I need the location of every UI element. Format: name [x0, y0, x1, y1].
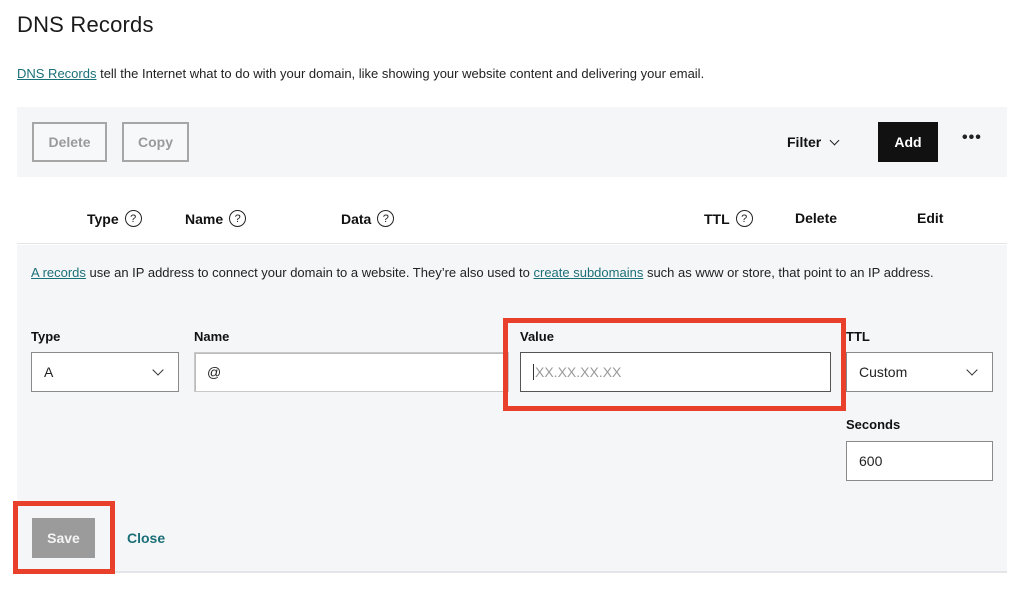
record-editor-panel: A records use an IP address to connect y…	[13, 245, 1007, 574]
column-header-ttl: TTL ?	[704, 210, 753, 227]
chevron-down-icon	[829, 135, 840, 145]
value-input[interactable]: XX.XX.XX.XX	[520, 352, 831, 392]
column-label: Delete	[795, 210, 838, 226]
type-select[interactable]: A	[31, 352, 179, 392]
help-icon[interactable]: ?	[229, 210, 247, 227]
chevron-down-icon	[152, 364, 164, 376]
name-value: @	[207, 364, 222, 380]
column-header-data: Data ?	[341, 210, 395, 227]
intro-text: DNS Records tell the Internet what to do…	[17, 66, 704, 81]
copy-button[interactable]: Copy	[122, 122, 189, 162]
ttl-label: TTL	[846, 329, 870, 344]
more-options-icon[interactable]: •••	[962, 129, 982, 147]
dns-records-link[interactable]: DNS Records	[17, 66, 96, 81]
info-text: use an IP address to connect your domain…	[85, 265, 534, 280]
name-label: Name	[194, 329, 230, 344]
table-header: Type ? Name ? Data ? TTL ? Delete Edit	[17, 200, 1007, 244]
records-toolbar: Delete Copy Filter Add •••	[17, 107, 1007, 177]
help-icon[interactable]: ?	[377, 210, 395, 227]
ttl-select[interactable]: Custom	[846, 352, 993, 392]
delete-button[interactable]: Delete	[32, 122, 107, 162]
close-button[interactable]: Close	[127, 530, 165, 546]
seconds-label: Seconds	[846, 417, 901, 432]
save-button[interactable]: Save	[32, 518, 95, 558]
a-record-info: A records use an IP address to connect y…	[31, 262, 991, 284]
add-button[interactable]: Add	[878, 122, 938, 162]
name-input[interactable]: @	[194, 352, 509, 392]
seconds-input[interactable]: 600	[846, 441, 993, 481]
help-icon[interactable]: ?	[124, 210, 142, 227]
column-header-delete: Delete	[795, 210, 837, 226]
column-label: Type	[87, 210, 119, 227]
info-text: such as www or store, that point to an I…	[643, 265, 934, 280]
column-header-type: Type ?	[87, 210, 142, 227]
ttl-value: Custom	[859, 364, 908, 380]
value-placeholder: XX.XX.XX.XX	[535, 364, 622, 380]
text-cursor	[533, 364, 534, 380]
page-title: DNS Records	[17, 12, 154, 37]
column-label: Data	[341, 210, 372, 227]
column-header-edit: Edit	[917, 210, 943, 226]
create-subdomains-link[interactable]: create subdomains	[533, 265, 643, 280]
a-records-link[interactable]: A records	[31, 265, 86, 280]
value-label: Value	[520, 329, 554, 344]
type-label: Type	[31, 329, 61, 344]
filter-dropdown[interactable]: Filter	[787, 122, 840, 162]
column-label: TTL	[704, 210, 730, 227]
filter-label: Filter	[787, 134, 822, 150]
column-label: Name	[185, 210, 224, 227]
seconds-value: 600	[859, 453, 883, 469]
type-value: A	[44, 364, 54, 380]
intro-description: tell the Internet what to do with your d…	[96, 66, 705, 81]
help-icon[interactable]: ?	[735, 210, 753, 227]
chevron-down-icon	[966, 364, 978, 376]
column-header-name: Name ?	[185, 210, 247, 227]
column-label: Edit	[917, 210, 944, 226]
